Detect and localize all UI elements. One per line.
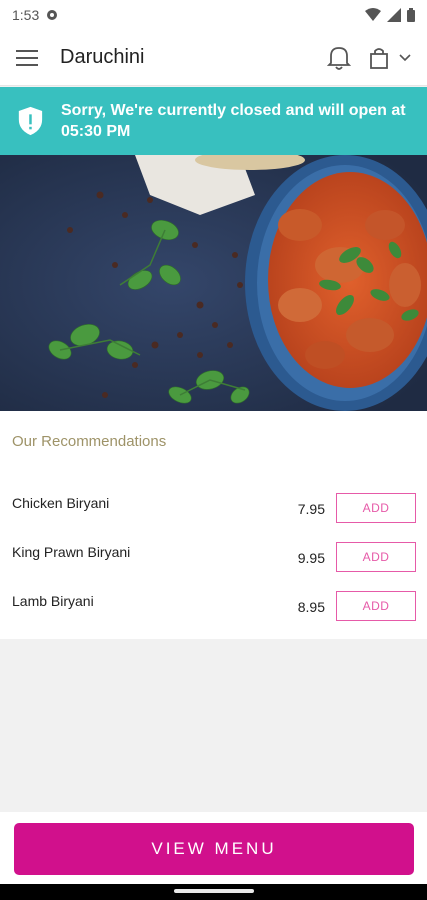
menu-item: Lamb Biryani 8.95 ADD (0, 587, 427, 627)
item-name: Chicken Biryani (12, 495, 110, 511)
recommendations-title: Our Recommendations (12, 433, 167, 450)
hero-food-image (0, 155, 427, 411)
app-title: Daruchini (60, 46, 145, 68)
app-bar: Daruchini (0, 30, 427, 86)
wifi-icon (365, 8, 381, 21)
closed-banner: Sorry, We're currently closed and will o… (0, 87, 427, 155)
battery-icon (407, 8, 415, 22)
system-nav-bar (0, 884, 427, 900)
add-button[interactable]: ADD (336, 542, 416, 572)
recommendations-section: Our Recommendations Chicken Biryani 7.95… (0, 411, 427, 639)
add-button[interactable]: ADD (336, 591, 416, 621)
menu-item: Chicken Biryani 7.95 ADD (0, 489, 427, 529)
bell-icon[interactable] (327, 45, 351, 71)
cart-dropdown[interactable] (369, 47, 411, 69)
item-price: 9.95 (297, 550, 325, 566)
signal-icon (387, 8, 401, 22)
menu-item: King Prawn Biryani 9.95 ADD (0, 538, 427, 578)
home-handle[interactable] (174, 889, 254, 893)
item-price: 7.95 (297, 501, 325, 517)
chevron-down-icon[interactable] (399, 53, 411, 62)
item-name: King Prawn Biryani (12, 544, 131, 560)
hamburger-icon[interactable] (16, 49, 38, 67)
notification-icon (47, 10, 58, 20)
item-name: Lamb Biryani (12, 593, 94, 609)
status-bar: 1:53 (0, 0, 427, 30)
bottom-bar: VIEW MENU (0, 812, 427, 884)
item-price: 8.95 (297, 599, 325, 615)
shopping-bag-icon[interactable] (369, 47, 389, 69)
view-menu-button[interactable]: VIEW MENU (14, 823, 414, 875)
shield-alert-icon (18, 106, 43, 136)
closed-message: Sorry, We're currently closed and will o… (60, 102, 406, 140)
status-time: 1:53 (12, 7, 40, 23)
add-button[interactable]: ADD (336, 493, 416, 523)
